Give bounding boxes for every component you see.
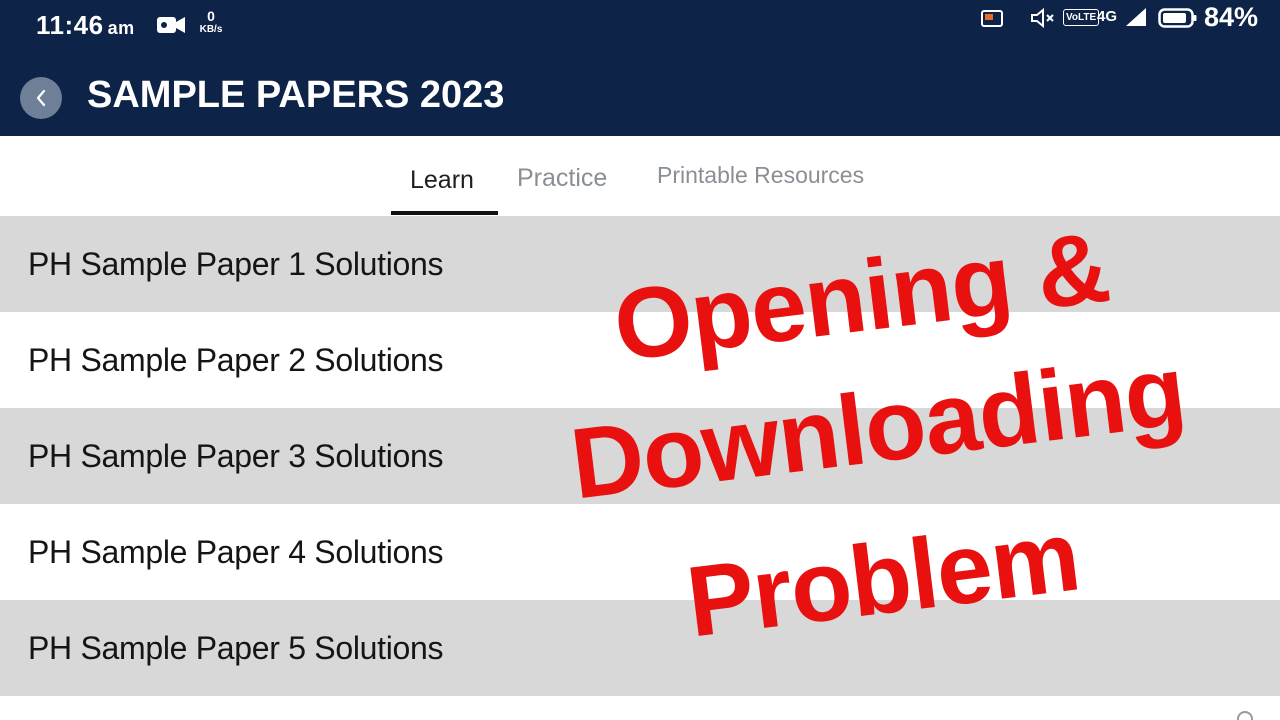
bottom-strip <box>0 696 1280 720</box>
list-item[interactable]: PH Sample Paper 5 Solutions <box>0 600 1280 696</box>
list-item-label: PH Sample Paper 2 Solutions <box>28 342 444 378</box>
list-item-label: PH Sample Paper 4 Solutions <box>28 534 444 570</box>
battery-icon <box>1158 8 1197 28</box>
signal-icon <box>1126 8 1146 26</box>
tab-practice[interactable]: Practice <box>517 164 607 193</box>
list-item-label: PH Sample Paper 3 Solutions <box>28 438 444 474</box>
list-item-label: PH Sample Paper 1 Solutions <box>28 246 444 282</box>
active-tab-indicator <box>391 211 498 215</box>
status-bar: 11:46 am 0 KB/s VoLTE 4G 84% <box>0 0 1280 52</box>
back-button[interactable] <box>20 77 62 119</box>
video-camera-icon <box>157 17 185 33</box>
status-time-value: 11:46 <box>36 10 104 40</box>
chevron-left-icon <box>36 89 46 107</box>
tab-printable-resources[interactable]: Printable Resources <box>657 162 864 189</box>
network-type: 4G <box>1097 8 1118 25</box>
list-item[interactable]: PH Sample Paper 3 Solutions <box>0 408 1280 504</box>
cast-icon <box>981 10 1003 27</box>
tab-learn[interactable]: Learn <box>410 166 474 195</box>
status-time-ampm: am <box>107 18 135 38</box>
tab-bar: Learn Practice Printable Resources <box>0 136 1280 216</box>
list-item[interactable]: PH Sample Paper 4 Solutions <box>0 504 1280 600</box>
net-speed-value: 0 <box>207 8 215 24</box>
scroll-indicator-icon <box>1237 711 1253 720</box>
battery-level: 84% <box>1204 2 1259 32</box>
page-title: SAMPLE PAPERS 2023 <box>87 74 505 116</box>
list-item-label: PH Sample Paper 5 Solutions <box>28 630 444 666</box>
status-time: 11:46 am <box>36 10 135 41</box>
app-screen: 11:46 am 0 KB/s VoLTE 4G 84% SAMPLE PAPE… <box>0 0 1280 720</box>
net-speed-unit: KB/s <box>199 24 223 35</box>
net-speed: 0 KB/s <box>196 9 226 35</box>
mute-icon <box>1031 7 1054 29</box>
volte-badge: VoLTE <box>1063 9 1100 26</box>
list-item[interactable]: PH Sample Paper 2 Solutions <box>0 312 1280 408</box>
list-item[interactable]: PH Sample Paper 1 Solutions <box>0 216 1280 312</box>
app-header: SAMPLE PAPERS 2023 <box>0 52 1280 136</box>
